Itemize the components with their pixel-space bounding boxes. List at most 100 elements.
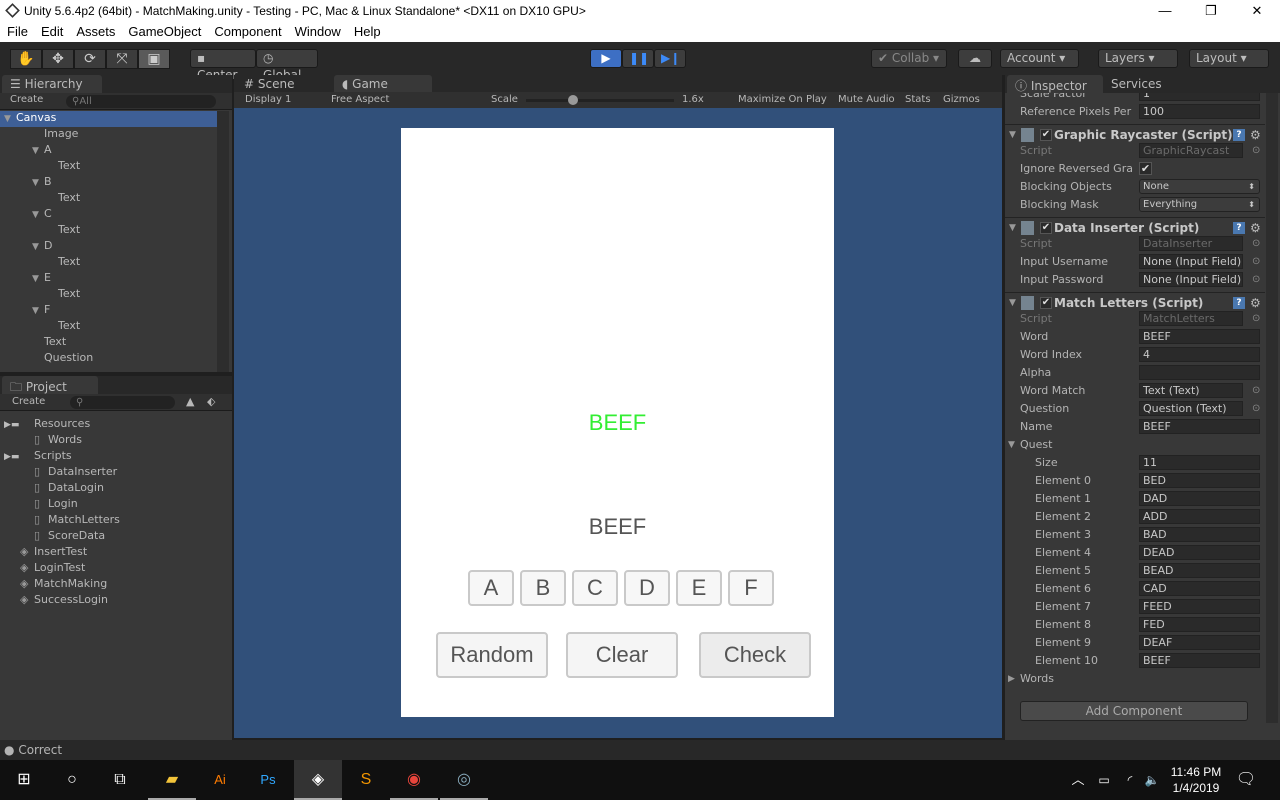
foldout-arrow-icon[interactable]: ▼ (1009, 218, 1016, 238)
expand-arrow-icon[interactable]: ▼ (32, 146, 44, 156)
enabled-checkbox[interactable]: ✔ (1040, 129, 1052, 141)
menu-component[interactable]: Component (214, 22, 281, 42)
status-bar[interactable]: ● Correct (0, 740, 1280, 760)
enabled-checkbox[interactable]: ✔ (1040, 297, 1052, 309)
maximize-button[interactable]: ❐ (1188, 0, 1234, 22)
unity-taskbar-icon[interactable]: ◈ (294, 760, 342, 800)
menu-gameobject[interactable]: GameObject (128, 22, 201, 42)
collab-dropdown[interactable]: ✔ Collab ▾ (871, 49, 947, 68)
add-component-button[interactable]: Add Component (1020, 701, 1248, 721)
expand-arrow-icon[interactable]: ▼ (4, 114, 16, 124)
rotate-tool-icon[interactable]: ⟳ (74, 49, 106, 69)
create-dropdown[interactable]: Create (10, 94, 43, 105)
pivot-global-button[interactable]: ◷ Global (256, 49, 318, 82)
display-dropdown[interactable]: Display 1 (245, 92, 291, 108)
field-value[interactable]: None (Input Field) (1139, 272, 1243, 287)
tab-inspector[interactable]: ⓘ Inspector (1007, 75, 1103, 93)
field-value[interactable] (1139, 365, 1260, 380)
field-value[interactable]: Text (Text) (1139, 383, 1243, 398)
letter-button-d[interactable]: D (624, 570, 670, 606)
project-item[interactable]: ◈ InsertTest (20, 545, 87, 561)
enabled-checkbox[interactable]: ✔ (1040, 222, 1052, 234)
field-value[interactable]: 100 (1139, 104, 1260, 119)
layout-dropdown[interactable]: Layout ▾ (1189, 49, 1269, 68)
tab-hierarchy[interactable]: ☰ Hierarchy (2, 75, 102, 93)
game-viewport[interactable]: BEEF BEEF ABCDEF Random Clear Check (234, 108, 1002, 738)
clear-button[interactable]: Clear (566, 632, 678, 678)
object-picker-icon[interactable]: ⊙ (1252, 400, 1260, 418)
hierarchy-item[interactable]: ▼ F (0, 303, 217, 319)
object-picker-icon[interactable]: ⊙ (1252, 142, 1260, 160)
help-book-icon[interactable]: ? (1233, 129, 1245, 141)
foldout-arrow-icon[interactable]: ▶ (1008, 670, 1015, 688)
expand-arrow-icon[interactable]: ▼ (32, 210, 44, 220)
rect-tool-icon[interactable]: ▣ (138, 49, 170, 69)
field-value[interactable]: None (Input Field) (1139, 254, 1243, 269)
tab-services[interactable]: Services (1103, 75, 1183, 93)
tag-icon[interactable]: ⬖ (207, 395, 215, 408)
letter-button-c[interactable]: C (572, 570, 618, 606)
close-button[interactable]: ✕ (1234, 0, 1280, 22)
minimize-button[interactable]: — (1142, 0, 1188, 22)
scale-tool-icon[interactable]: ⤧ (106, 49, 138, 69)
app-icon[interactable]: ◎ (440, 760, 488, 800)
menu-assets[interactable]: Assets (76, 22, 115, 42)
pause-button[interactable]: ❚❚ (622, 49, 654, 68)
show-hidden-icons-chevron-icon[interactable]: ︿ (1066, 760, 1090, 800)
expand-arrow-icon[interactable]: ▼ (32, 306, 44, 316)
menu-edit[interactable]: Edit (41, 22, 63, 42)
field-value[interactable]: BAD (1139, 527, 1260, 542)
hierarchy-item[interactable]: Text (0, 191, 217, 207)
hierarchy-item[interactable]: ▼ C (0, 207, 217, 223)
hierarchy-item[interactable]: Text (0, 255, 217, 271)
field-value[interactable]: Question (Text) (1139, 401, 1243, 416)
cloud-icon[interactable]: ☁ (958, 49, 992, 68)
start-windows-icon[interactable]: ⊞ (0, 760, 48, 800)
tab-scene[interactable]: # Scene (236, 75, 332, 93)
clock[interactable]: 11:46 PM 1/4/2019 (1168, 764, 1224, 796)
hierarchy-item[interactable]: Image (0, 127, 217, 143)
letter-button-e[interactable]: E (676, 570, 722, 606)
create-dropdown[interactable]: Create (12, 396, 45, 407)
sublime-text-icon[interactable]: S (342, 760, 390, 800)
expand-arrow-icon[interactable]: ▼ (32, 242, 44, 252)
object-picker-icon[interactable]: ⊙ (1252, 271, 1260, 289)
data-inserter-header[interactable]: ▼ ✔ Data Inserter (Script)? ⚙ (1005, 217, 1265, 237)
check-button[interactable]: Check (699, 632, 811, 678)
hierarchy-item[interactable]: ▼ Canvas (0, 111, 217, 127)
field-value[interactable]: DEAF (1139, 635, 1260, 650)
menu-file[interactable]: File (7, 22, 28, 42)
field-value[interactable]: BEEF (1139, 329, 1260, 344)
project-search-input[interactable]: ⚲ (70, 396, 175, 409)
hierarchy-item[interactable]: ▼ B (0, 175, 217, 191)
hierarchy-item[interactable]: ▼ E (0, 271, 217, 287)
field-value[interactable]: MatchLetters (1139, 311, 1243, 326)
project-item[interactable]: ▯ Words (34, 433, 82, 449)
file-explorer-icon[interactable]: ▰ (148, 760, 196, 800)
inspector-scrollbar[interactable] (1266, 93, 1278, 723)
chrome-icon[interactable]: ◉ (390, 760, 438, 800)
maximize-on-play-toggle[interactable]: Maximize On Play (738, 92, 827, 108)
field-value[interactable]: DAD (1139, 491, 1260, 506)
hierarchy-search-input[interactable]: ⚲All (66, 95, 216, 108)
mute-audio-toggle[interactable]: Mute Audio (838, 92, 895, 108)
graphic-raycaster-header[interactable]: ▼ ✔ Graphic Raycaster (Script)? ⚙ (1005, 124, 1265, 144)
field-value[interactable]: CAD (1139, 581, 1260, 596)
illustrator-icon[interactable]: Ai (196, 760, 244, 800)
foldout-arrow-icon[interactable]: ▼ (1008, 436, 1015, 454)
notifications-icon[interactable]: 🗨 (1226, 760, 1266, 800)
field-value[interactable]: FED (1139, 617, 1260, 632)
hierarchy-item[interactable]: Text (0, 287, 217, 303)
letter-button-f[interactable]: F (728, 570, 774, 606)
pivot-center-button[interactable]: ▪ Center (190, 49, 256, 82)
blocking-mask-dropdown[interactable]: Everything ⬍ (1139, 197, 1260, 212)
project-item[interactable]: ▯ DataLogin (34, 481, 104, 497)
field-value[interactable]: ADD (1139, 509, 1260, 524)
field-value[interactable]: 11 (1139, 455, 1260, 470)
match-letters-header[interactable]: ▼ ✔ Match Letters (Script)? ⚙ (1005, 292, 1265, 312)
letter-button-b[interactable]: B (520, 570, 566, 606)
project-item[interactable]: ◈ LoginTest (20, 561, 85, 577)
field-value[interactable]: DataInserter (1139, 236, 1243, 251)
menu-window[interactable]: Window (295, 22, 341, 42)
letter-button-a[interactable]: A (468, 570, 514, 606)
